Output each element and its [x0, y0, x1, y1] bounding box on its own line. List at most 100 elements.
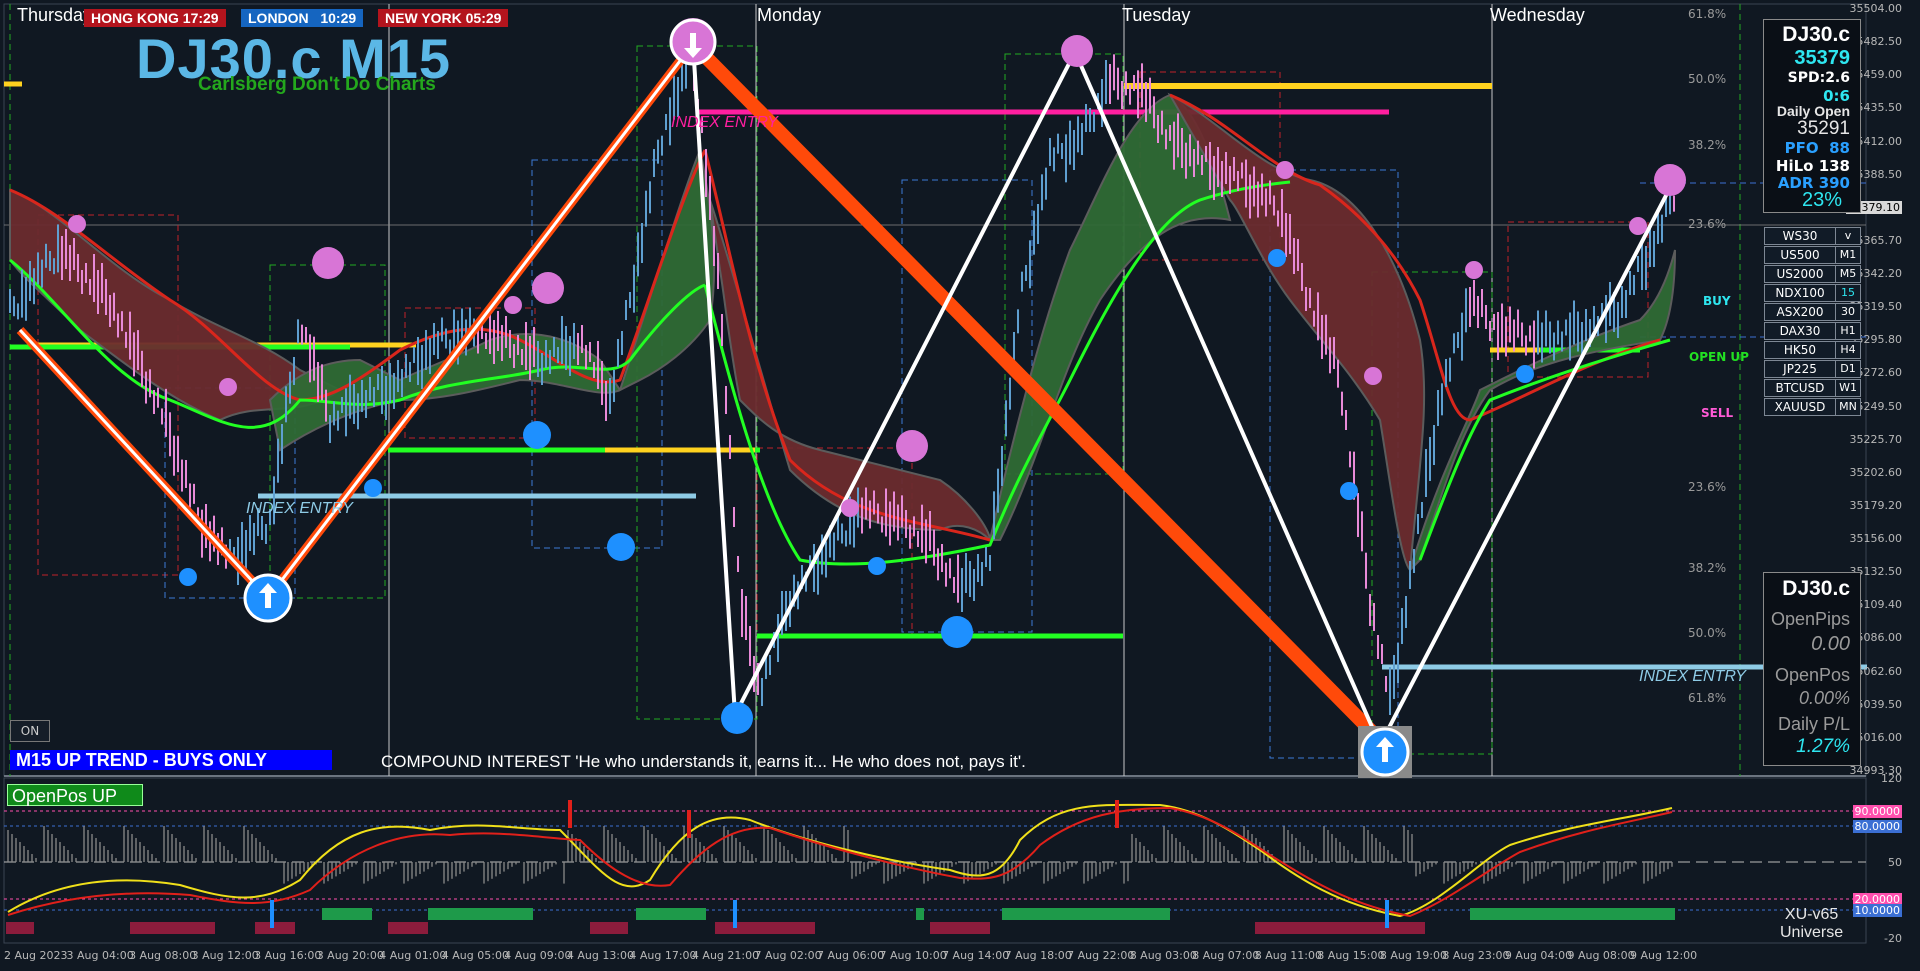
- position-open-pips-label: OpenPips: [1770, 609, 1850, 629]
- timeframe-button-h1[interactable]: H1: [1835, 322, 1861, 340]
- symbol-button-xauusd[interactable]: XAUUSD: [1764, 398, 1836, 416]
- blue-dot: [941, 616, 973, 648]
- clock-city: NEW YORK: [385, 10, 462, 26]
- info-pfo-label: PFO: [1784, 139, 1819, 157]
- timeframe-button-h4[interactable]: H4: [1835, 341, 1861, 359]
- indicator-tick: 80.0000: [1852, 820, 1902, 833]
- price-level: [258, 493, 696, 499]
- pink-dot: [1364, 367, 1382, 385]
- info-hilo-label: HiLo: [1775, 157, 1814, 175]
- osc-state-block: [6, 922, 34, 934]
- blue-dot: [523, 421, 551, 449]
- zigzag-white: [691, 43, 737, 716]
- timeframe-button-d1[interactable]: D1: [1835, 360, 1861, 378]
- time-tick: 8 Aug 15:00: [1317, 949, 1385, 962]
- symbol-button-jp225[interactable]: JP225: [1764, 360, 1836, 378]
- timeframe-button-30[interactable]: 30: [1835, 303, 1861, 321]
- fib-level-label: 38.2%: [1688, 138, 1727, 152]
- osc-state-block: [930, 922, 990, 934]
- osc-state-block: [255, 922, 295, 934]
- time-tick: 8 Aug 11:00: [1254, 949, 1322, 962]
- time-tick: 7 Aug 10:00: [879, 949, 947, 962]
- info-pfo-value: 88: [1829, 139, 1850, 157]
- signal-open-up: OPEN UP: [1689, 350, 1749, 364]
- price-tick: 35504.00: [1849, 2, 1903, 15]
- clock-new-york: NEW YORK 05:29: [378, 9, 509, 27]
- timeframe-button-mn[interactable]: MN: [1835, 398, 1861, 416]
- info-symbol: DJ30.c: [1782, 23, 1850, 46]
- day-label-tuesday: Tuesday: [1122, 5, 1191, 25]
- timeframe-button-m1[interactable]: M1: [1835, 246, 1861, 264]
- clock-time: 10:29: [320, 10, 357, 26]
- indicator-tick: -20: [1884, 932, 1902, 945]
- position-symbol: DJ30.c: [1782, 577, 1850, 600]
- time-tick: 8 Aug 19:00: [1379, 949, 1448, 962]
- osc-state-block: [130, 922, 215, 934]
- trend-banner: M15 UP TREND - BUYS ONLY: [10, 750, 332, 770]
- time-tick: 7 Aug 18:00: [1004, 949, 1072, 962]
- day-label-wednesday: Wednesday: [1490, 5, 1585, 25]
- symbol-button-hk50[interactable]: HK50: [1764, 341, 1836, 359]
- pink-dot: [841, 499, 859, 517]
- timeframe-button-m5[interactable]: M5: [1835, 265, 1861, 283]
- time-tick: 4 Aug 01:00: [379, 949, 447, 962]
- time-tick: 9 Aug 04:00: [1504, 949, 1573, 962]
- symbol-button-us2000[interactable]: US2000: [1764, 265, 1836, 283]
- osc-spike: [687, 810, 691, 838]
- time-tick: 8 Aug 23:00: [1442, 949, 1510, 962]
- time-tick: 4 Aug 05:00: [441, 949, 509, 962]
- pink-dot: [312, 247, 344, 279]
- osc-spike: [1385, 900, 1389, 928]
- symbol-button-ndx100[interactable]: NDX100: [1764, 284, 1836, 302]
- blue-dot: [364, 479, 382, 497]
- osc-spike: [568, 800, 572, 828]
- cloud-band: [1409, 249, 1676, 571]
- pink-dot: [1276, 161, 1294, 179]
- position-panel: DJ30.c OpenPips 0.00 OpenPos 0.00% Daily…: [1763, 572, 1861, 766]
- time-tick: 4 Aug 09:00: [504, 949, 572, 962]
- indicator-name-line1: XU-v65: [1784, 906, 1839, 923]
- info-hilo-value: 138: [1818, 157, 1850, 175]
- symbol-button-asx200[interactable]: ASX200: [1764, 303, 1836, 321]
- price-tick: 35225.70: [1849, 432, 1903, 446]
- osc-state-block: [590, 922, 628, 934]
- timeframe-button-15[interactable]: 15: [1835, 284, 1861, 302]
- symbol-button-ws30[interactable]: WS30: [1764, 227, 1836, 245]
- time-tick: 3 Aug 20:00: [316, 949, 384, 962]
- timeframe-button-v[interactable]: v: [1835, 227, 1861, 245]
- fib-level-label: 61.8%: [1688, 691, 1727, 705]
- time-tick: 3 Aug 12:00: [191, 949, 259, 962]
- time-tick: 7 Aug 22:00: [1067, 949, 1135, 962]
- symbol-button-us500[interactable]: US500: [1764, 246, 1836, 264]
- fib-level-label: 50.0%: [1688, 626, 1727, 640]
- chart-tagline: Carlsberg Don't Do Charts: [198, 74, 436, 95]
- info-price: 35379: [1794, 47, 1850, 69]
- symbol-info-panel: DJ30.c 35379 SPD:2.6 0:6 Daily Open 3529…: [1763, 19, 1861, 213]
- indicator-tick: 10.0000: [1852, 904, 1902, 917]
- clock-hong-kong: HONG KONG 17:29: [84, 9, 226, 27]
- osc-state-block: [636, 908, 706, 920]
- timeframe-button-w1[interactable]: W1: [1835, 379, 1861, 397]
- position-daily-pl: 1.27%: [1796, 736, 1850, 757]
- time-tick: 3 Aug 08:00: [129, 949, 197, 962]
- price-chart[interactable]: [0, 0, 1920, 971]
- clock-city: LONDON: [248, 10, 309, 26]
- pink-dot: [68, 215, 86, 233]
- time-tick: 2 Aug 2023: [4, 949, 68, 962]
- info-adr-pct: 23%: [1801, 189, 1842, 211]
- openpos-badge: OpenPos UP: [7, 784, 143, 806]
- osc-spike: [733, 900, 737, 928]
- time-tick: 7 Aug 06:00: [817, 949, 885, 962]
- price-level: [757, 633, 1123, 639]
- symbol-button-btcusd[interactable]: BTCUSD: [1764, 379, 1836, 397]
- day-label-thursday: Thursday: [17, 5, 93, 25]
- clock-london: LONDON 10:29: [241, 9, 364, 27]
- compound-interest-quote: COMPOUND INTEREST 'He who understands it…: [381, 752, 1026, 771]
- on-toggle-button[interactable]: ON: [10, 720, 50, 742]
- osc-state-block: [1255, 922, 1425, 934]
- blue-dot: [179, 568, 197, 586]
- symbol-button-dax30[interactable]: DAX30: [1764, 322, 1836, 340]
- pink-dot: [1465, 261, 1483, 279]
- info-spread: SPD:2.6: [1787, 70, 1850, 86]
- time-tick: 4 Aug 13:00: [566, 949, 635, 962]
